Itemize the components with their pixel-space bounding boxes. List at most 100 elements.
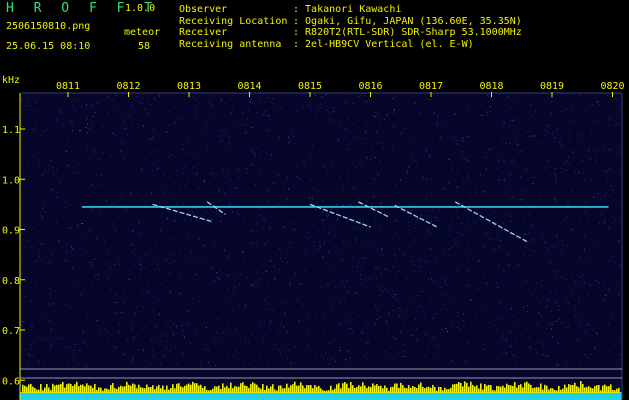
y-tick-label: 1.1: [2, 125, 20, 136]
noise-speck: [219, 200, 221, 202]
noise-speck: [529, 224, 531, 226]
noise-speck: [35, 123, 37, 125]
noise-speck: [494, 211, 495, 213]
noise-speck: [219, 279, 221, 281]
noise-speck: [31, 325, 33, 327]
noise-speck: [288, 242, 290, 244]
noise-speck: [540, 354, 542, 356]
noise-speck: [346, 365, 348, 367]
noise-speck: [434, 216, 435, 218]
activity-bar: [498, 386, 500, 393]
noise-speck: [261, 201, 263, 203]
noise-speck: [144, 109, 146, 111]
noise-speck: [77, 224, 79, 226]
noise-speck: [497, 286, 499, 288]
activity-bar: [254, 383, 256, 393]
noise-speck: [425, 261, 427, 263]
noise-speck: [575, 305, 577, 307]
noise-speck: [216, 272, 218, 274]
noise-speck: [545, 100, 547, 102]
noise-speck: [34, 346, 36, 348]
noise-speck: [217, 319, 219, 320]
activity-bar: [544, 384, 546, 393]
noise-speck: [521, 112, 523, 114]
noise-speck: [391, 147, 393, 149]
noise-speck: [73, 353, 74, 355]
activity-bar: [384, 385, 386, 393]
noise-speck: [360, 278, 362, 280]
activity-bar: [32, 386, 34, 393]
noise-speck: [229, 136, 231, 138]
noise-speck: [395, 294, 397, 296]
noise-speck: [159, 333, 161, 335]
activity-bar: [58, 384, 60, 393]
noise-speck: [556, 200, 557, 202]
noise-speck: [210, 116, 212, 117]
activity-bar: [576, 386, 578, 393]
noise-speck: [545, 130, 547, 131]
noise-speck: [328, 214, 330, 216]
noise-speck: [259, 354, 261, 356]
noise-speck: [250, 285, 252, 286]
noise-speck: [256, 244, 257, 246]
noise-speck: [273, 246, 275, 248]
noise-speck: [461, 140, 463, 142]
noise-speck: [22, 201, 24, 203]
noise-speck: [356, 271, 358, 273]
noise-speck: [488, 149, 490, 151]
noise-speck: [307, 333, 309, 335]
noise-speck: [310, 107, 312, 109]
noise-speck: [537, 342, 539, 344]
noise-speck: [86, 143, 88, 145]
noise-speck: [70, 121, 72, 123]
noise-speck: [259, 99, 261, 101]
activity-bar: [516, 387, 518, 393]
station-key: Receiving antenna: [179, 38, 282, 50]
noise-speck: [264, 321, 266, 323]
noise-speck: [483, 343, 485, 345]
noise-speck: [315, 208, 317, 210]
noise-speck: [238, 304, 240, 306]
noise-speck: [561, 145, 562, 147]
noise-speck: [554, 229, 556, 231]
noise-speck: [349, 357, 351, 359]
noise-speck: [367, 342, 369, 344]
noise-speck: [268, 115, 270, 117]
noise-speck: [486, 156, 488, 158]
noise-speck: [461, 150, 463, 152]
noise-speck: [355, 228, 357, 230]
activity-bar: [462, 386, 464, 393]
noise-speck: [86, 103, 88, 105]
activity-bar: [260, 388, 262, 393]
noise-speck: [232, 355, 234, 357]
noise-speck: [517, 99, 519, 101]
activity-bar: [430, 387, 432, 393]
noise-speck: [165, 201, 167, 203]
noise-speck: [370, 164, 372, 166]
noise-speck: [292, 258, 294, 260]
noise-speck: [56, 168, 58, 170]
activity-bar: [264, 390, 266, 393]
noise-speck: [412, 154, 414, 156]
noise-speck: [615, 362, 617, 364]
noise-speck: [91, 261, 93, 263]
noise-speck: [482, 114, 484, 116]
noise-speck: [591, 104, 593, 106]
noise-speck: [128, 115, 130, 117]
noise-speck: [394, 338, 396, 340]
noise-speck: [467, 285, 469, 287]
noise-speck: [22, 261, 23, 263]
activity-bar: [612, 389, 614, 393]
activity-bar: [124, 386, 126, 393]
noise-speck: [580, 276, 582, 278]
noise-speck: [419, 112, 421, 114]
noise-speck: [496, 167, 498, 169]
noise-speck: [330, 359, 332, 360]
noise-speck: [238, 214, 239, 216]
activity-bar: [244, 385, 246, 393]
noise-speck: [49, 304, 50, 306]
noise-speck: [399, 248, 400, 250]
noise-speck: [499, 245, 500, 247]
noise-speck: [227, 274, 229, 276]
station-key: Receiver: [179, 27, 228, 38]
